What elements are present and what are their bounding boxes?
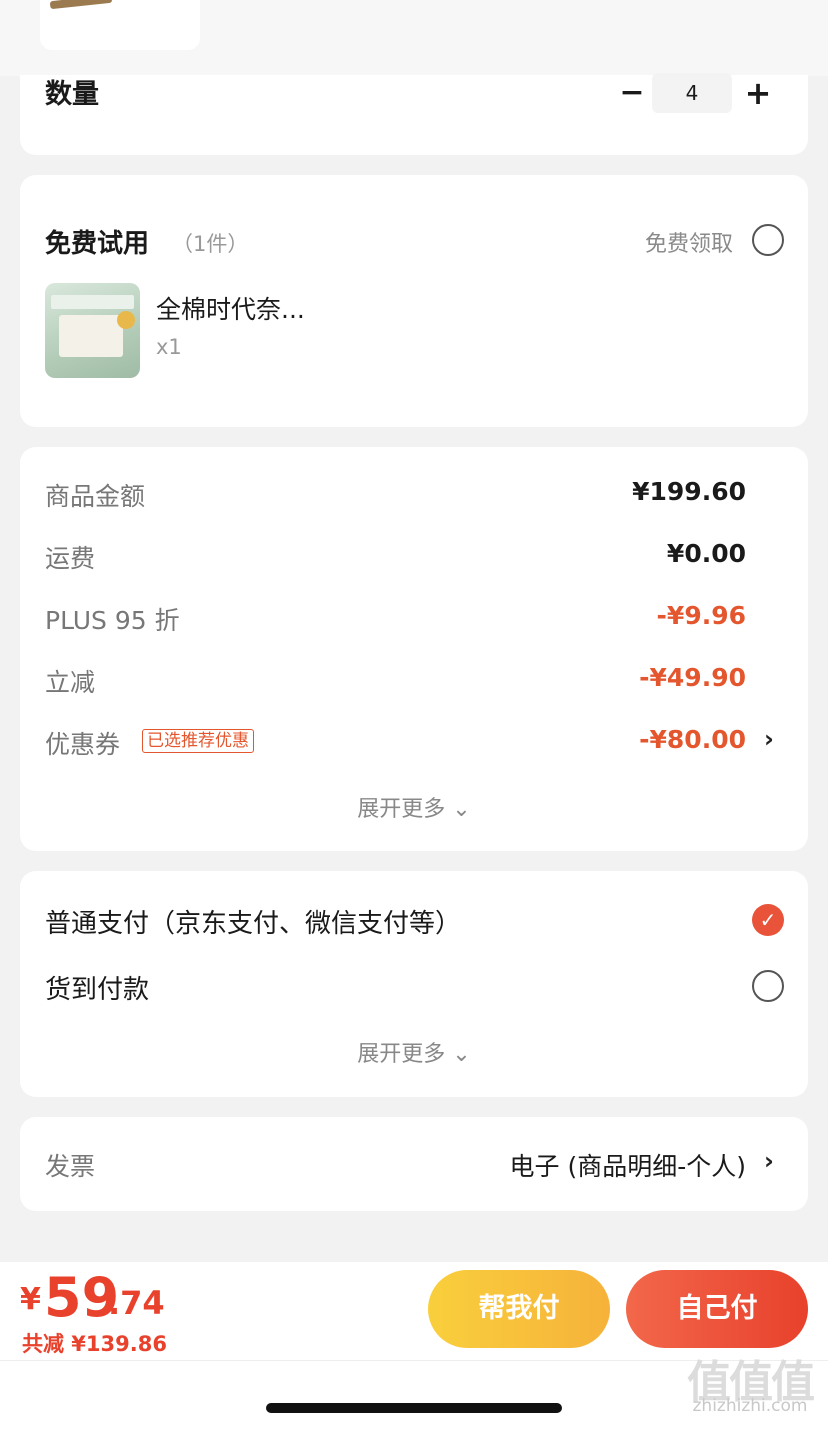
payment-method-card: 普通支付（京东支付、微信支付等） ✓ 货到付款 展开更多 ⌄	[20, 871, 808, 1097]
quantity-label: 数量	[45, 79, 99, 110]
total-price-decimal: .74	[108, 1284, 165, 1322]
free-claim-radio[interactable]	[752, 224, 784, 256]
product-header-band	[0, 0, 828, 76]
summary-label-goods: 商品金额	[45, 482, 146, 511]
price-summary-card: 商品金额 ¥199.60 运费 ¥0.00 PLUS 95 折 -¥9.96 立…	[20, 447, 808, 851]
product-image-box	[59, 315, 123, 357]
free-trial-title: 免费试用	[45, 229, 150, 259]
payment-expand-more[interactable]: 展开更多 ⌄	[20, 1036, 808, 1068]
payment-cod-radio[interactable]	[752, 970, 784, 1002]
coupon-recommend-tag: 已选推荐优惠	[142, 729, 254, 753]
summary-value-plus: -¥9.96	[656, 601, 746, 630]
minus-icon: −	[619, 75, 645, 110]
site-watermark: 值值值 zhizhizhi.com	[676, 1346, 824, 1422]
summary-value-instant: -¥49.90	[639, 663, 746, 692]
quantity-card: 数量 − 4 +	[20, 73, 808, 155]
help-pay-button[interactable]: 帮我付	[428, 1270, 610, 1348]
invoice-value[interactable]: 电子 (商品明细-个人)	[510, 1147, 746, 1183]
invoice-card[interactable]: 发票 电子 (商品明细-个人) ›	[20, 1117, 808, 1211]
chevron-right-icon[interactable]: ›	[764, 725, 774, 753]
summary-label-instant: 立减	[45, 668, 96, 697]
product-image-banner	[51, 295, 134, 309]
home-indicator	[266, 1403, 562, 1413]
summary-value-shipping: ¥0.00	[666, 539, 746, 568]
free-trial-product-image[interactable]	[45, 283, 140, 378]
summary-label-plus: PLUS 95 折	[45, 606, 180, 635]
watermark-text: zhizhizhi.com	[692, 1396, 808, 1416]
plus-icon: +	[744, 74, 772, 112]
free-trial-product-qty: x1	[156, 335, 182, 359]
check-icon[interactable]: ✓	[752, 904, 784, 936]
summary-expand-more[interactable]: 展开更多 ⌄	[20, 791, 808, 823]
payment-option-standard[interactable]: 普通支付（京东支付、微信支付等）	[45, 903, 461, 940]
invoice-label: 发票	[45, 1152, 96, 1181]
quantity-minus-button[interactable]: −	[616, 73, 648, 113]
free-claim-label[interactable]: 免费领取	[645, 226, 733, 258]
summary-label-coupon[interactable]: 优惠券	[45, 725, 120, 761]
chevron-right-icon[interactable]: ›	[764, 1147, 774, 1175]
quantity-input[interactable]: 4	[652, 73, 732, 113]
summary-value-goods: ¥199.60	[632, 477, 746, 506]
quantity-plus-button[interactable]: +	[742, 73, 774, 113]
product-image-fragment	[49, 0, 113, 10]
self-pay-button[interactable]: 自己付	[626, 1270, 808, 1348]
free-trial-card: 免费试用 （1件） 免费领取 全棉时代奈... x1	[20, 175, 808, 427]
summary-value-coupon[interactable]: -¥80.00	[639, 725, 746, 754]
free-trial-count: （1件）	[172, 232, 249, 256]
summary-label-shipping: 运费	[45, 544, 96, 573]
product-thumbnail[interactable]	[40, 0, 200, 50]
product-image-badge	[117, 311, 135, 329]
total-currency: ¥	[20, 1282, 41, 1317]
free-trial-product-name[interactable]: 全棉时代奈...	[156, 290, 305, 326]
total-savings: 共减 ¥139.86	[22, 1332, 167, 1356]
payment-option-cod[interactable]: 货到付款	[45, 969, 149, 1006]
